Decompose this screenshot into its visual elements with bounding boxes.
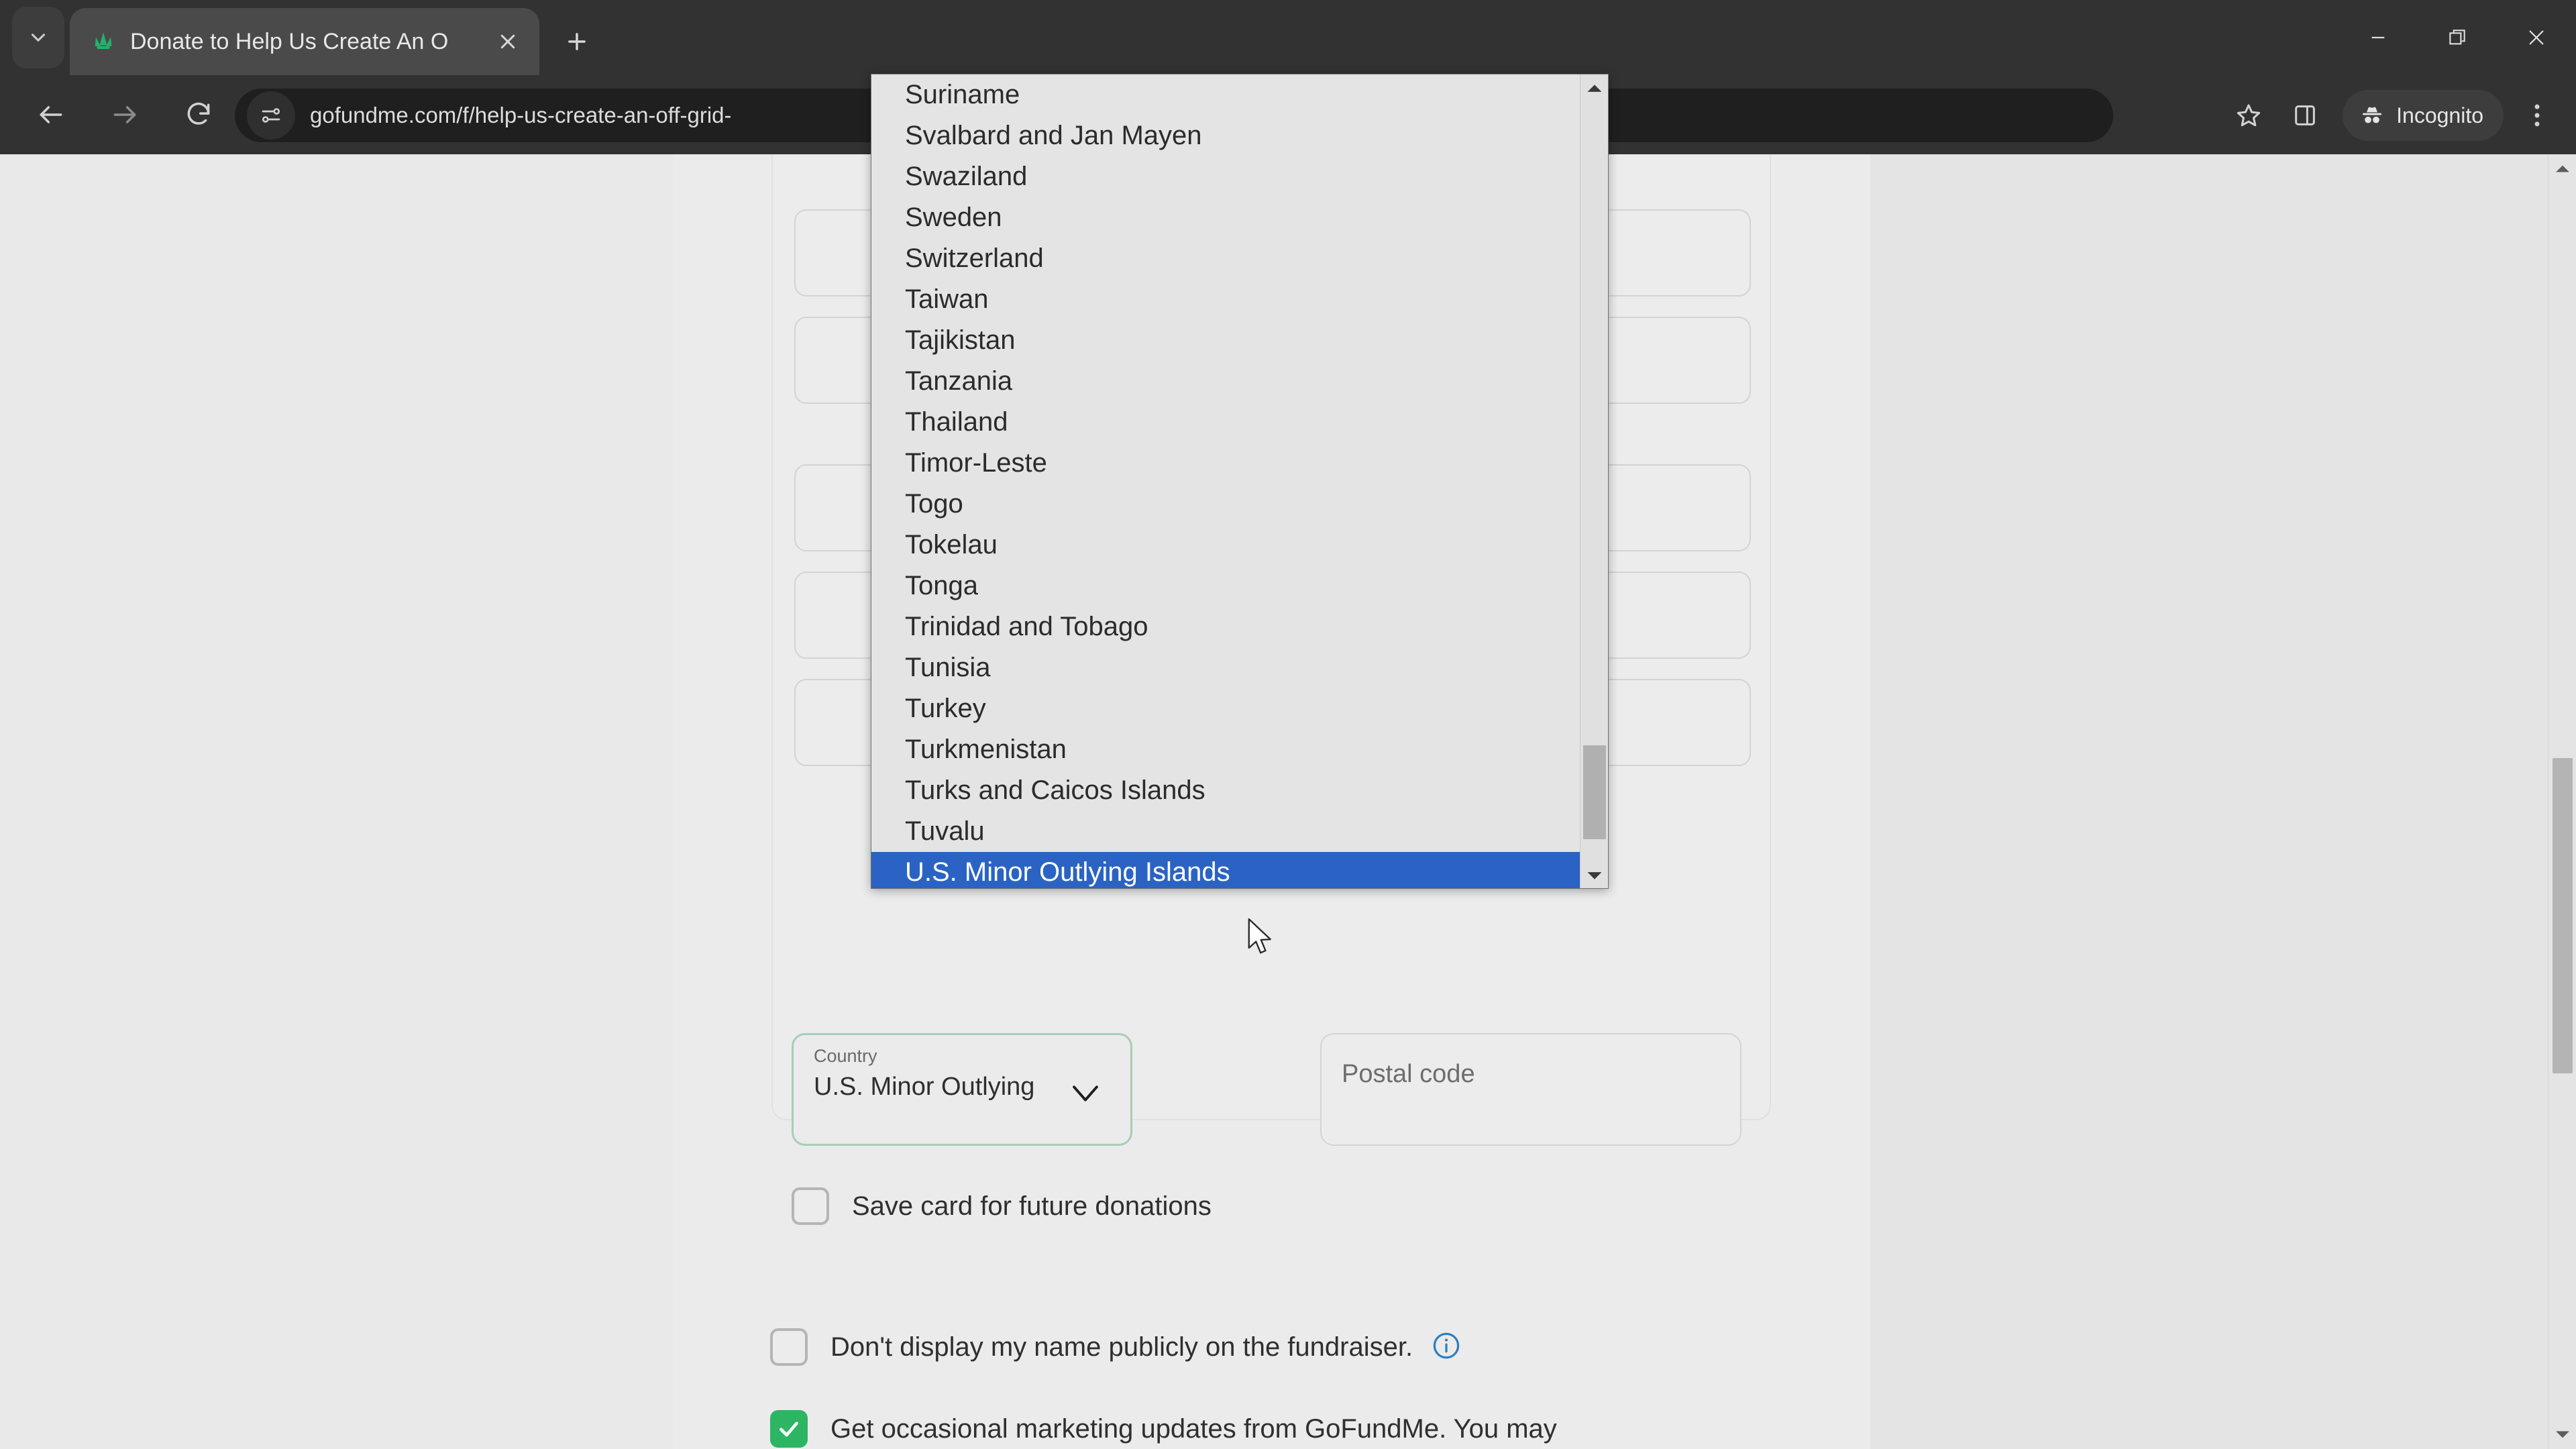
close-icon bbox=[500, 34, 515, 49]
close-icon bbox=[2529, 30, 2544, 45]
arrow-left-icon bbox=[40, 106, 62, 123]
window-controls bbox=[2339, 0, 2576, 75]
star-icon bbox=[2237, 104, 2261, 127]
chevron-down-icon bbox=[1066, 1074, 1105, 1116]
new-tab-button[interactable] bbox=[555, 20, 598, 63]
browser-tab[interactable]: Donate to Help Us Create An O bbox=[70, 8, 539, 75]
window-close-button[interactable] bbox=[2497, 0, 2576, 75]
window-restore-button[interactable] bbox=[2418, 0, 2497, 75]
dropdown-option[interactable]: Timor-Leste bbox=[871, 443, 1581, 484]
three-dots-vertical-icon bbox=[2534, 104, 2540, 127]
country-value: U.S. Minor Outlying bbox=[814, 1073, 1035, 1101]
minimize-icon bbox=[2371, 36, 2385, 39]
country-label: Country bbox=[814, 1046, 877, 1066]
save-card-row[interactable]: Save card for future donations bbox=[792, 1187, 1597, 1226]
incognito-profile-button[interactable]: Incognito bbox=[2343, 90, 2504, 141]
triangle-up-icon bbox=[1587, 85, 1602, 92]
reload-icon bbox=[187, 102, 210, 125]
dropdown-option[interactable]: Turkmenistan bbox=[871, 729, 1581, 770]
dropdown-option[interactable]: Tanzania bbox=[871, 361, 1581, 402]
gofundme-favicon bbox=[89, 27, 118, 56]
page-right-gutter bbox=[1870, 154, 2576, 1449]
marketing-row[interactable]: Get occasional marketing updates from Go… bbox=[770, 1410, 1723, 1449]
country-dropdown-popup[interactable]: Suriname Svalbard and Jan Mayen Swaziland S… bbox=[871, 74, 1609, 889]
reload-button[interactable] bbox=[166, 83, 231, 147]
triangle-down-icon bbox=[1587, 872, 1602, 879]
dropdown-option[interactable]: Tonga bbox=[871, 566, 1581, 606]
arrow-right-icon bbox=[113, 106, 136, 123]
anonymous-label: Don't display my name publicly on the fu… bbox=[830, 1328, 1462, 1367]
tab-strip: Donate to Help Us Create An O bbox=[0, 0, 2576, 75]
dropdown-option[interactable]: Taiwan bbox=[871, 279, 1581, 320]
dropdown-option[interactable]: Togo bbox=[871, 484, 1581, 525]
check-icon bbox=[780, 1421, 798, 1437]
dropdown-option[interactable]: Tajikistan bbox=[871, 320, 1581, 361]
triangle-down-icon bbox=[2556, 1431, 2569, 1438]
dropdown-option[interactable]: Swaziland bbox=[871, 156, 1581, 197]
url-text: gofundme.com/f/help-us-create-an-off-gri… bbox=[310, 103, 732, 127]
save-card-checkbox[interactable] bbox=[792, 1187, 829, 1225]
dropdown-scroll-down-arrow[interactable] bbox=[1580, 863, 1608, 888]
postal-code-placeholder: Postal code bbox=[1342, 1060, 1475, 1088]
anonymous-row[interactable]: Don't display my name publicly on the fu… bbox=[770, 1328, 1709, 1367]
postal-code-field[interactable]: Postal code bbox=[1320, 1033, 1741, 1146]
dropdown-option[interactable]: Turkey bbox=[871, 688, 1581, 729]
tab-title: Donate to Help Us Create An O bbox=[130, 28, 449, 54]
side-panel-button[interactable] bbox=[2277, 87, 2333, 144]
dropdown-option[interactable]: Svalbard and Jan Mayen bbox=[871, 115, 1581, 156]
dropdown-scrollbar[interactable] bbox=[1580, 74, 1608, 888]
anonymous-checkbox[interactable] bbox=[770, 1328, 808, 1366]
tune-icon bbox=[262, 108, 280, 123]
marketing-label: Get occasional marketing updates from Go… bbox=[830, 1414, 1557, 1444]
toolbar-actions: Incognito bbox=[2220, 87, 2561, 144]
plus-icon bbox=[568, 33, 586, 50]
restore-icon bbox=[2449, 30, 2465, 45]
incognito-label: Incognito bbox=[2396, 103, 2483, 127]
dropdown-option[interactable]: Sweden bbox=[871, 197, 1581, 238]
forward-button[interactable] bbox=[93, 83, 157, 147]
scrollbar-thumb[interactable] bbox=[2553, 758, 2573, 1073]
chevron-down-icon bbox=[31, 34, 46, 42]
dropdown-option[interactable]: Tuvalu bbox=[871, 811, 1581, 852]
dropdown-scrollbar-thumb[interactable] bbox=[1583, 745, 1606, 839]
gofundme-logo-icon bbox=[95, 32, 112, 49]
save-card-label: Save card for future donations bbox=[852, 1191, 1212, 1221]
dropdown-option[interactable]: Thailand bbox=[871, 402, 1581, 443]
scrollbar-up-arrow[interactable] bbox=[2548, 154, 2576, 182]
info-icon[interactable] bbox=[1431, 1330, 1462, 1361]
page-scrollbar[interactable] bbox=[2548, 154, 2576, 1449]
dropdown-option[interactable]: Suriname bbox=[871, 74, 1581, 115]
dropdown-option[interactable]: Tunisia bbox=[871, 647, 1581, 688]
side-panel-icon bbox=[2295, 105, 2315, 125]
page-left-gutter bbox=[0, 154, 673, 1449]
country-option-list: Suriname Svalbard and Jan Mayen Swaziland S… bbox=[871, 74, 1581, 888]
dropdown-option[interactable]: Switzerland bbox=[871, 238, 1581, 279]
window-minimize-button[interactable] bbox=[2339, 0, 2418, 75]
marketing-checkbox[interactable] bbox=[770, 1410, 808, 1448]
anonymous-label-text: Don't display my name publicly on the fu… bbox=[830, 1332, 1413, 1362]
triangle-up-icon bbox=[2556, 165, 2569, 172]
scrollbar-down-arrow[interactable] bbox=[2548, 1421, 2576, 1449]
dropdown-option[interactable]: Turks and Caicos Islands bbox=[871, 770, 1581, 811]
browser-window: Donate to Help Us Create An O gofundme.c… bbox=[0, 0, 2576, 1449]
tab-search-button[interactable] bbox=[12, 7, 64, 68]
bookmark-button[interactable] bbox=[2220, 87, 2277, 144]
dropdown-option[interactable]: Tokelau bbox=[871, 525, 1581, 566]
back-button[interactable] bbox=[19, 83, 83, 147]
dropdown-scroll-up-arrow[interactable] bbox=[1580, 74, 1608, 101]
dropdown-option[interactable]: Trinidad and Tobago bbox=[871, 606, 1581, 647]
incognito-icon bbox=[2363, 107, 2382, 123]
country-select[interactable]: Country U.S. Minor Outlying bbox=[792, 1033, 1132, 1146]
site-info-button[interactable] bbox=[247, 91, 295, 140]
tab-close-button[interactable] bbox=[490, 23, 526, 60]
dropdown-option[interactable]: U.S. Minor Outlying Islands bbox=[871, 852, 1581, 888]
chrome-menu-button[interactable] bbox=[2513, 87, 2561, 144]
